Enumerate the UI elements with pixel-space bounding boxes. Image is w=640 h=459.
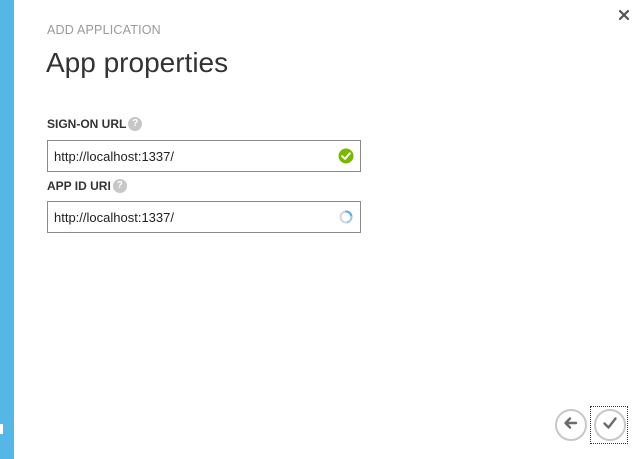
signon-url-label: SIGN-ON URL — [47, 117, 127, 131]
signon-url-field — [47, 140, 361, 172]
strip-notch — [0, 424, 3, 434]
left-accent-strip — [0, 0, 14, 459]
signon-url-input[interactable] — [48, 141, 324, 171]
app-id-uri-field — [47, 201, 361, 233]
app-id-uri-label-row: APP ID URI ? — [47, 179, 127, 193]
app-id-uri-input[interactable] — [48, 202, 324, 232]
help-icon[interactable]: ? — [112, 179, 127, 193]
spinner-icon — [338, 209, 354, 225]
back-button[interactable] — [555, 409, 587, 441]
wizard-title: ADD APPLICATION — [47, 23, 161, 37]
complete-button[interactable] — [594, 409, 626, 441]
checkmark-icon — [601, 414, 619, 437]
help-icon[interactable]: ? — [128, 117, 143, 131]
close-icon[interactable] — [617, 8, 631, 22]
app-id-uri-label: APP ID URI — [47, 179, 111, 193]
check-circle-icon — [338, 148, 354, 164]
signon-url-label-row: SIGN-ON URL ? — [47, 117, 143, 131]
page-title: App properties — [46, 47, 229, 78]
arrow-left-icon — [562, 414, 580, 437]
